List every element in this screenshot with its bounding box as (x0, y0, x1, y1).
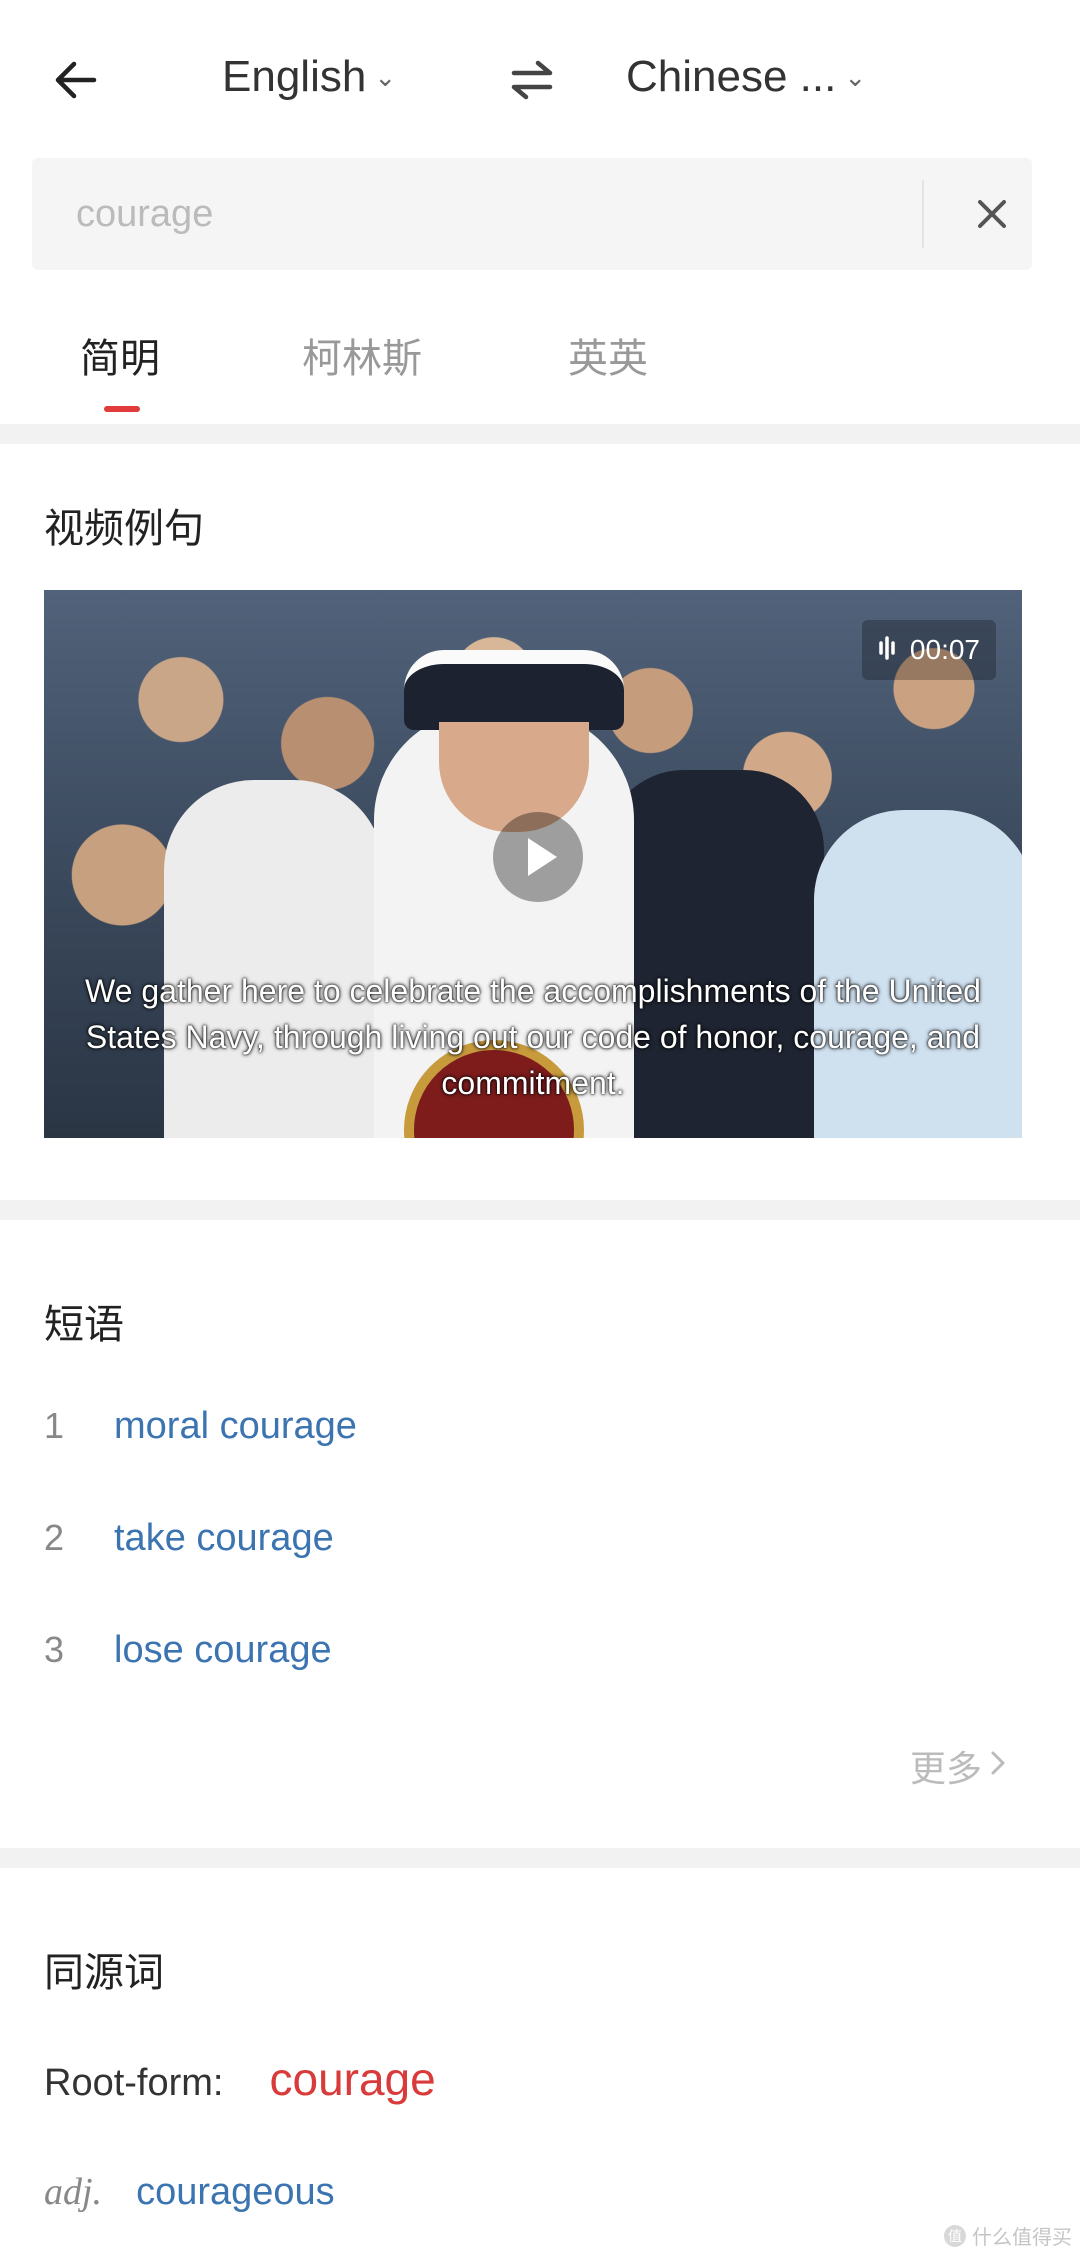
video-section-title: 视频例句 (44, 507, 204, 551)
root-form-word[interactable]: courage (269, 2052, 435, 2106)
close-icon[interactable] (970, 192, 1014, 236)
phrase-link[interactable]: moral courage (114, 1405, 357, 1448)
video-example-player[interactable]: 00:07 We gather here to celebrate the ac… (44, 590, 1022, 1138)
more-label: 更多 (910, 1748, 983, 1789)
source-language-selector[interactable]: English ⌄ (222, 52, 396, 102)
target-language-selector[interactable]: Chinese ... ⌄ (626, 52, 866, 102)
top-bar: English ⌄ Chinese ... ⌄ (0, 0, 1080, 160)
derived-word-link[interactable]: courageous (136, 2171, 335, 2214)
watermark-text: 什么值得买 (972, 2227, 1072, 2249)
section-divider (0, 1848, 1080, 1868)
watermark-logo: 值 (944, 2224, 966, 2247)
video-frame-speaker-cap (404, 650, 624, 730)
target-language-label: Chinese ... (626, 52, 837, 101)
audio-wave-icon (878, 634, 900, 667)
part-of-speech: adj. (44, 2171, 103, 2213)
video-duration-badge: 00:07 (861, 620, 996, 680)
active-tab-indicator (104, 406, 140, 412)
cognates-section-title: 同源词 (44, 1951, 164, 1995)
phrase-link[interactable]: take courage (114, 1517, 334, 1560)
phrase-index: 3 (44, 1629, 65, 1670)
watermark: 值 什么值得买 (944, 2221, 1072, 2250)
tab-english-english[interactable]: 英英 (568, 326, 648, 384)
swap-languages-icon[interactable] (508, 58, 556, 102)
video-duration: 00:07 (909, 634, 980, 665)
phrases-section-title: 短语 (44, 1303, 124, 1347)
dictionary-tabs: 简明 柯林斯 英英 (0, 326, 1080, 422)
phrase-item[interactable]: 3 lose courage (44, 1620, 332, 1680)
chevron-right-icon (988, 1745, 1008, 1787)
section-divider (0, 1200, 1080, 1220)
video-subtitle: We gather here to celebrate the accompli… (85, 973, 981, 1101)
root-form-row: Root-form: courage (44, 2052, 436, 2106)
more-phrases-link[interactable]: 更多 (910, 1740, 1008, 1792)
source-language-label: English (222, 52, 367, 101)
search-divider (922, 180, 924, 248)
search-bar (32, 158, 1032, 270)
phrase-item[interactable]: 1 moral courage (44, 1396, 357, 1456)
phrase-index: 1 (44, 1405, 65, 1446)
section-divider (0, 424, 1080, 444)
phrase-index: 2 (44, 1517, 65, 1558)
tab-collins[interactable]: 柯林斯 (302, 326, 422, 384)
play-icon[interactable] (493, 812, 583, 902)
chevron-down-icon: ⌄ (374, 61, 397, 92)
tab-concise[interactable]: 简明 (80, 326, 160, 384)
phrase-item[interactable]: 2 take courage (44, 1508, 334, 1568)
root-form-label: Root-form: (44, 2062, 224, 2104)
derived-word-row: adj. courageous (44, 2170, 335, 2214)
phrase-link[interactable]: lose courage (114, 1629, 332, 1672)
chevron-down-icon: ⌄ (844, 61, 867, 92)
back-arrow-icon[interactable] (50, 52, 106, 108)
search-input[interactable] (76, 186, 876, 242)
